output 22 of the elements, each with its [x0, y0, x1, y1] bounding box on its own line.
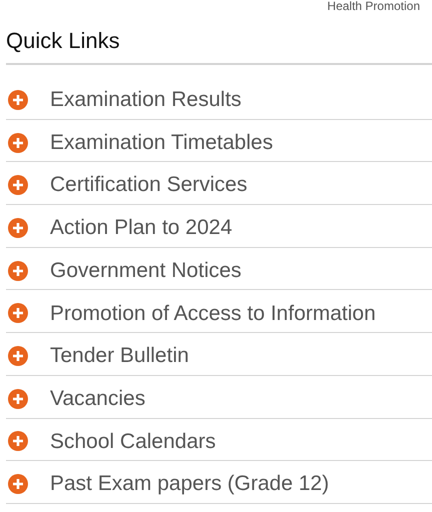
plus-circle-icon: [8, 175, 28, 196]
quick-link[interactable]: School Calendars: [6, 418, 432, 462]
quick-link[interactable]: Government Notices: [6, 248, 432, 290]
plus-circle-icon: [8, 346, 28, 366]
quick-link[interactable]: Examination Timetables: [6, 120, 432, 162]
plus-circle-icon: [8, 303, 28, 324]
plus-circle-icon: [8, 388, 28, 409]
plus-circle-icon: [8, 474, 28, 494]
section-title: Quick Links: [6, 27, 121, 55]
quick-link[interactable]: Examination Results: [6, 77, 432, 120]
plus-circle-icon: [8, 431, 28, 452]
quick-link[interactable]: Tender Bulletin: [6, 333, 432, 376]
plus-circle-icon: [8, 218, 28, 238]
plus-circle-icon: [8, 132, 28, 153]
quick-link[interactable]: Vacancies: [6, 376, 432, 418]
quick-link[interactable]: Action Plan to 2024: [6, 205, 432, 248]
plus-circle-icon: [8, 90, 28, 110]
quick-link[interactable]: Certification Services: [6, 162, 432, 206]
plus-circle-icon: [8, 260, 28, 281]
quick-link[interactable]: Promotion of Access to Information: [6, 290, 432, 334]
quick-link[interactable]: Past Exam papers (Grade 12): [6, 461, 432, 504]
top-link[interactable]: Health Promotion: [327, 0, 420, 13]
